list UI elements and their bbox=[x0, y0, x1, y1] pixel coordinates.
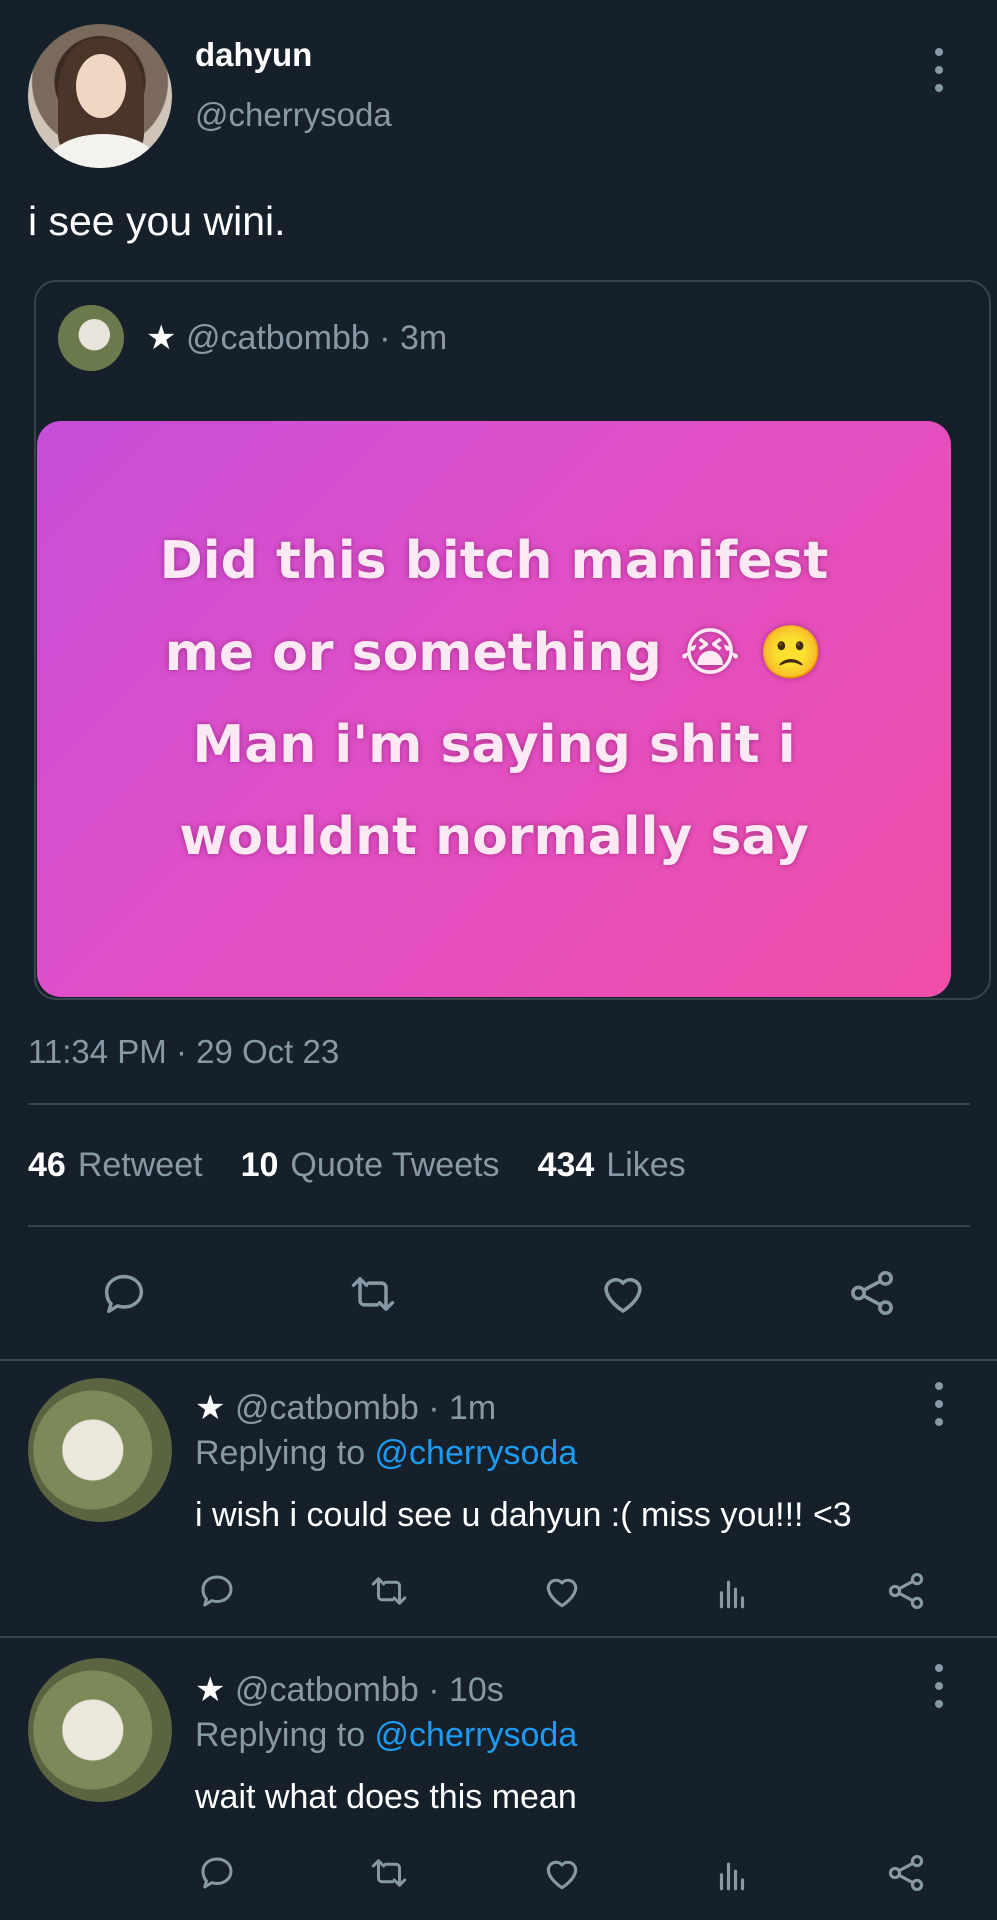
analytics-icon[interactable] bbox=[714, 1570, 750, 1612]
share-icon[interactable] bbox=[884, 1851, 928, 1895]
heart-icon[interactable] bbox=[540, 1851, 584, 1895]
retweet-icon[interactable] bbox=[366, 1570, 412, 1612]
reply-icon[interactable] bbox=[98, 1268, 150, 1320]
more-options-icon[interactable] bbox=[933, 48, 945, 92]
author-avatar[interactable] bbox=[28, 24, 172, 168]
analytics-icon[interactable] bbox=[714, 1852, 750, 1894]
caption-line: Man i'm saying shit i bbox=[192, 715, 796, 775]
star-badge: ★ bbox=[195, 1671, 226, 1709]
divider bbox=[0, 1636, 997, 1638]
share-icon[interactable] bbox=[884, 1569, 928, 1613]
reply-handle-time[interactable]: @catbombb · 1m bbox=[235, 1389, 496, 1427]
reply-meta: ★ @catbombb · 1m bbox=[195, 1388, 496, 1428]
retweet-icon[interactable] bbox=[366, 1852, 412, 1894]
quoted-media-image[interactable]: Did this bitch manifest me or something … bbox=[37, 421, 951, 997]
reply-avatar[interactable] bbox=[28, 1658, 172, 1802]
divider bbox=[28, 1225, 970, 1227]
reply-icon[interactable] bbox=[196, 1852, 238, 1894]
caption-line: wouldnt normally say bbox=[179, 807, 809, 867]
retweet-icon[interactable] bbox=[344, 1268, 402, 1320]
tweet-detail-page: dahyun @cherrysoda i see you wini. ★ @ca… bbox=[0, 0, 997, 1920]
reply-text: wait what does this mean bbox=[195, 1778, 577, 1816]
author-handle[interactable]: @cherrysoda bbox=[195, 96, 392, 134]
like-count[interactable]: 434 Likes bbox=[538, 1146, 686, 1185]
mention-link[interactable]: @cherrysoda bbox=[375, 1716, 578, 1754]
more-options-icon[interactable] bbox=[933, 1664, 945, 1708]
replying-to: Replying to @cherrysoda bbox=[195, 1434, 578, 1472]
more-options-icon[interactable] bbox=[933, 1382, 945, 1426]
author-display-name[interactable]: dahyun bbox=[195, 36, 312, 74]
reply-avatar[interactable] bbox=[28, 1378, 172, 1522]
quote-count[interactable]: 10 Quote Tweets bbox=[241, 1146, 500, 1185]
replying-to: Replying to @cherrysoda bbox=[195, 1716, 578, 1754]
engagement-stats: 46 Retweet 10 Quote Tweets 434 Likes bbox=[28, 1146, 686, 1185]
mention-link[interactable]: @cherrysoda bbox=[375, 1434, 578, 1472]
share-icon[interactable] bbox=[845, 1266, 899, 1320]
star-badge: ★ bbox=[195, 1389, 226, 1427]
caption-line: Did this bitch manifest bbox=[159, 531, 829, 591]
heart-icon[interactable] bbox=[540, 1569, 584, 1613]
tweet-text: i see you wini. bbox=[28, 198, 286, 244]
star-badge: ★ bbox=[146, 319, 177, 357]
heart-icon[interactable] bbox=[596, 1266, 650, 1320]
quoted-author-avatar[interactable] bbox=[58, 305, 124, 371]
divider bbox=[0, 1359, 997, 1361]
reply-text: i wish i could see u dahyun :( miss you!… bbox=[195, 1496, 852, 1534]
tweet-timestamp[interactable]: 11:34 PM · 29 Oct 23 bbox=[28, 1033, 339, 1071]
reply-meta: ★ @catbombb · 10s bbox=[195, 1670, 504, 1710]
quoted-image-caption: Did this bitch manifest me or something … bbox=[84, 515, 904, 883]
retweet-count[interactable]: 46 Retweet bbox=[28, 1146, 203, 1185]
reply-handle-time[interactable]: @catbombb · 10s bbox=[235, 1671, 504, 1709]
quoted-handle-time: @catbombb · 3m bbox=[185, 319, 448, 357]
divider bbox=[28, 1103, 970, 1105]
quoted-tweet-meta: ★ @catbombb · 3m bbox=[146, 318, 447, 358]
reply-icon[interactable] bbox=[196, 1570, 238, 1612]
caption-line: me or something 😭 🙁 bbox=[164, 623, 824, 683]
